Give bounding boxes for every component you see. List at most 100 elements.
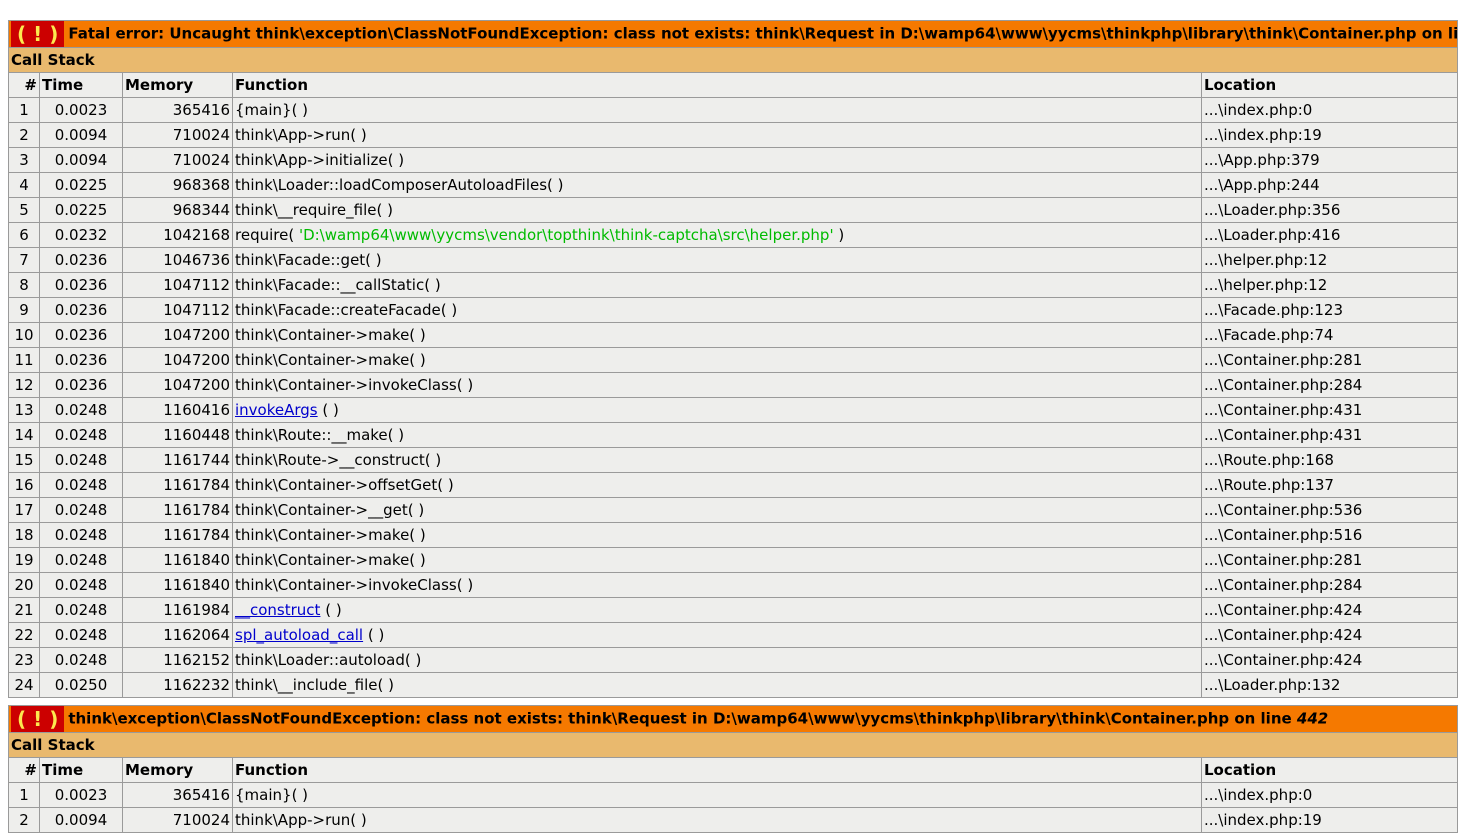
error-message: ( ! ) think\exception\ClassNotFoundExcept…	[7, 705, 1459, 733]
function-name: think\Container->make( )	[235, 525, 426, 544]
stack-frame-row: 23 0.0248 1162152 think\Loader::autoload( )…	[8, 647, 1458, 673]
stack-frame-row: 19 0.0248 1161840 think\Container->make( ).…	[8, 547, 1458, 573]
frame-function: think\Route::__make( )	[232, 422, 1202, 448]
stack-frame-row: 22 0.0248 1162064 spl_autoload_call ( ) ...\…	[8, 622, 1458, 648]
php-manual-link[interactable]: spl_autoload_call	[235, 626, 363, 644]
function-parens: ( )	[363, 625, 385, 644]
frame-time: 0.0248	[39, 622, 123, 648]
frame-function: invokeArgs ( )	[232, 397, 1202, 423]
frame-number: 2	[8, 807, 40, 833]
stack-frame-row: 6 0.0232 1042168 require( 'D:\wamp64\www\yy…	[8, 222, 1458, 248]
warning-exclamation-icon: ( ! )	[11, 21, 65, 47]
frame-memory: 1042168	[122, 222, 233, 248]
column-header-function: Function	[232, 757, 1202, 783]
call-stack-rows: 1 0.0023 365416 {main}( ) ...\index.php:0 2 0.…	[8, 782, 1459, 833]
php-manual-link[interactable]: __construct	[235, 601, 320, 619]
frame-number: 7	[8, 247, 40, 273]
php-manual-link[interactable]: invokeArgs	[235, 401, 318, 419]
function-name: think\Facade::get( )	[235, 250, 382, 269]
frame-time: 0.0236	[39, 372, 123, 398]
frame-memory: 1047112	[122, 297, 233, 323]
frame-time: 0.0248	[39, 447, 123, 473]
function-name: think\Container->offsetGet( )	[235, 475, 454, 494]
frame-time: 0.0225	[39, 197, 123, 223]
frame-function: think\Loader::autoload( )	[232, 647, 1202, 673]
frame-function: require( 'D:\wamp64\www\yycms\vendor\top…	[232, 222, 1202, 248]
frame-location: ...\Container.php:431	[1201, 422, 1458, 448]
function-name: think\__require_file( )	[235, 200, 393, 219]
frame-number: 10	[8, 322, 40, 348]
frame-time: 0.0248	[39, 497, 123, 523]
stack-frame-row: 10 0.0236 1047200 think\Container->make( ).…	[8, 322, 1458, 348]
frame-number: 21	[8, 597, 40, 623]
stack-frame-row: 5 0.0225 968344 think\__require_file( ) ...\…	[8, 197, 1458, 223]
call-stack-header-row: Call Stack	[7, 732, 1459, 758]
frame-location: ...\Container.php:281	[1201, 347, 1458, 373]
frame-time: 0.0236	[39, 247, 123, 273]
stack-frame-row: 15 0.0248 1161744 think\Route->__construct(…	[8, 447, 1458, 473]
function-name: think\Container->make( )	[235, 550, 426, 569]
function-parens: )	[833, 225, 845, 244]
frame-function: think\Facade::__callStatic( )	[232, 272, 1202, 298]
frame-location: ...\App.php:379	[1201, 147, 1458, 173]
frame-time: 0.0248	[39, 472, 123, 498]
column-header-time: Time	[39, 72, 123, 98]
warning-exclamation-icon: ( ! )	[11, 706, 65, 732]
column-header-row: # Time Memory Function Location	[8, 757, 1459, 783]
frame-function: think\Container->invokeClass( )	[232, 372, 1202, 398]
function-name: think\Container->invokeClass( )	[235, 375, 474, 394]
frame-number: 17	[8, 497, 40, 523]
frame-number: 14	[8, 422, 40, 448]
frame-number: 1	[8, 782, 40, 808]
stack-frame-row: 14 0.0248 1160448 think\Route::__make( )...…	[8, 422, 1458, 448]
frame-time: 0.0248	[39, 547, 123, 573]
frame-number: 20	[8, 572, 40, 598]
frame-memory: 1162232	[122, 672, 233, 698]
frame-time: 0.0023	[39, 782, 123, 808]
frame-location: ...\index.php:19	[1200, 807, 1459, 833]
function-name: think\App->run( )	[235, 810, 367, 829]
frame-function: think\Container->__get( )	[232, 497, 1202, 523]
frame-function: think\Container->make( )	[232, 347, 1202, 373]
frame-location: ...\Route.php:168	[1201, 447, 1458, 473]
frame-number: 24	[8, 672, 40, 698]
frame-function: {main}( )	[232, 782, 1202, 808]
stack-frame-row: 13 0.0248 1160416 invokeArgs ( ) ...\Contain…	[8, 397, 1458, 423]
frame-number: 18	[8, 522, 40, 548]
frame-memory: 1047200	[122, 322, 233, 348]
frame-location: ...\Container.php:284	[1201, 372, 1458, 398]
error-line-number: 442	[1296, 709, 1329, 728]
frame-function: think\Route->__construct( )	[232, 447, 1202, 473]
frame-function: think\Container->make( )	[232, 322, 1202, 348]
frame-memory: 968368	[122, 172, 233, 198]
frame-number: 8	[8, 272, 40, 298]
frame-memory: 1162152	[122, 647, 233, 673]
frame-time: 0.0236	[39, 272, 123, 298]
frame-location: ...\App.php:244	[1201, 172, 1458, 198]
stack-frame-row: 2 0.0094 710024 think\App->run( ) ...\index.…	[8, 122, 1458, 148]
call-stack-header-row: Call Stack	[8, 47, 1458, 73]
frame-location: ...\Loader.php:132	[1201, 672, 1458, 698]
frame-number: 5	[8, 197, 40, 223]
function-name: think\App->run( )	[235, 125, 367, 144]
stack-frame-row: 18 0.0248 1161784 think\Container->make( ).…	[8, 522, 1458, 548]
fatal-error-table: ( ! ) Fatal error: Uncaught think\excepti…	[8, 20, 1458, 698]
exception-table: ( ! ) think\exception\ClassNotFoundExcept…	[7, 705, 1459, 833]
frame-number: 4	[8, 172, 40, 198]
frame-location: ...\index.php:19	[1201, 122, 1458, 148]
frame-location: ...\Container.php:536	[1201, 497, 1458, 523]
function-name: think\Facade::__callStatic( )	[235, 275, 441, 294]
column-header-memory: Memory	[122, 72, 233, 98]
column-header-function: Function	[232, 72, 1202, 98]
frame-memory: 1160416	[122, 397, 233, 423]
frame-number: 16	[8, 472, 40, 498]
frame-number: 13	[8, 397, 40, 423]
column-header-time: Time	[39, 757, 123, 783]
frame-function: spl_autoload_call ( )	[232, 622, 1202, 648]
frame-time: 0.0248	[39, 647, 123, 673]
frame-number: 15	[8, 447, 40, 473]
frame-memory: 1161984	[122, 597, 233, 623]
function-name: think\Route->__construct( )	[235, 450, 442, 469]
frame-time: 0.0236	[39, 322, 123, 348]
frame-location: ...\Route.php:137	[1201, 472, 1458, 498]
